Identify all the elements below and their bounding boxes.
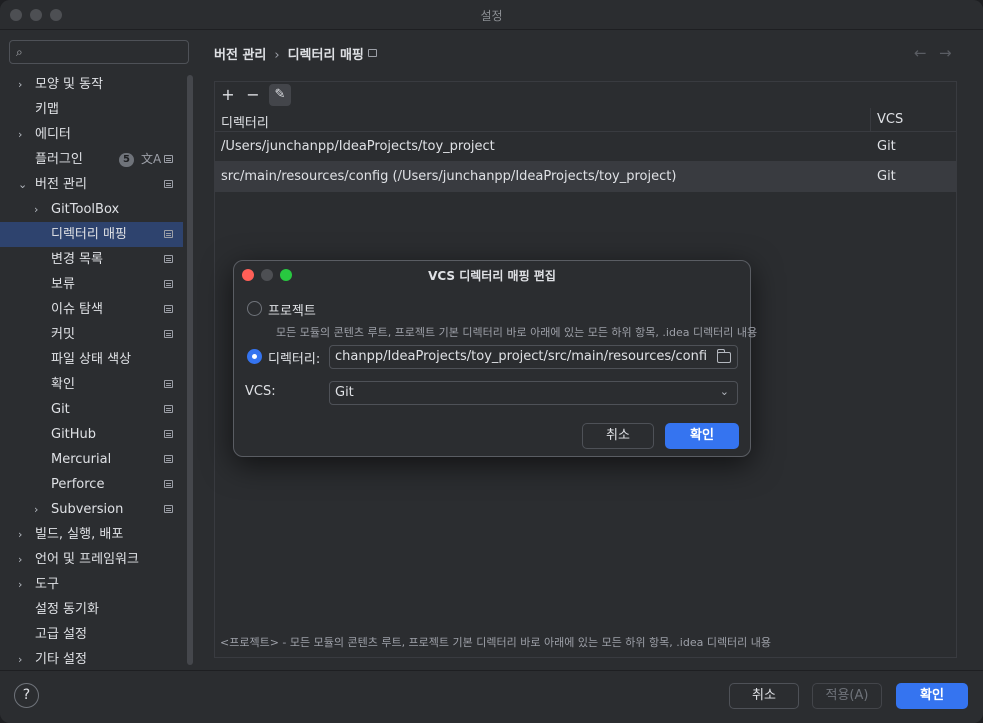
edit-mapping-button[interactable]: ✎ — [269, 84, 291, 106]
sidebar-item-confirmation[interactable]: 확인 — [0, 372, 183, 397]
sidebar-item-commit[interactable]: 커밋 — [0, 322, 183, 347]
sidebar-item-tools[interactable]: › 도구 — [0, 572, 183, 597]
sidebar-item-perforce[interactable]: Perforce — [0, 472, 183, 497]
project-settings-icon — [164, 155, 173, 163]
project-definition-note: <프로젝트> - 모든 모듈의 콘텐츠 루트, 프로젝트 기본 디렉터리 바로 … — [220, 636, 772, 649]
sidebar-item-git[interactable]: Git — [0, 397, 183, 422]
project-settings-icon — [164, 505, 173, 513]
chevron-right-icon: › — [34, 503, 39, 516]
sidebar-item-mercurial[interactable]: Mercurial — [0, 447, 183, 472]
dialog-button-bar: ? 취소 적용(A) 확인 — [0, 670, 983, 723]
row-vcs: Git — [877, 139, 896, 154]
sidebar-item-settings-sync[interactable]: 설정 동기화 — [0, 597, 183, 622]
mappings-toolbar: + − ✎ — [215, 82, 956, 108]
folder-icon[interactable] — [717, 349, 731, 363]
vcs-label: VCS: — [245, 384, 276, 399]
project-settings-icon — [164, 455, 173, 463]
project-settings-icon — [164, 430, 173, 438]
breadcrumb-current: 디렉터리 매핑 — [287, 48, 364, 63]
table-row[interactable]: src/main/resources/config (/Users/juncha… — [215, 162, 956, 192]
breadcrumb-separator: › — [274, 48, 280, 63]
settings-window: 설정 ⌕ › 모양 및 동작 키맵 › 에디터 플러그인 5 文A ⌄ 버전 관… — [0, 0, 983, 723]
sidebar-scrollbar[interactable] — [187, 75, 193, 665]
ok-button[interactable]: 확인 — [896, 683, 968, 709]
chevron-right-icon: › — [18, 128, 23, 141]
column-header-directory[interactable]: 디렉터리 — [221, 112, 269, 131]
directory-path-value: chanpp/IdeaProjects/toy_project/src/main… — [335, 349, 707, 364]
row-vcs: Git — [877, 169, 896, 184]
sidebar-item-file-status-colors[interactable]: 파일 상태 색상 — [0, 347, 183, 372]
sidebar-item-directory-mappings[interactable]: 디렉터리 매핑 — [0, 222, 183, 247]
search-icon: ⌕ — [16, 45, 23, 59]
help-button[interactable]: ? — [14, 683, 39, 708]
chevron-right-icon: › — [18, 578, 23, 591]
sidebar-item-issue-navigation[interactable]: 이슈 탐색 — [0, 297, 183, 322]
directory-radio[interactable] — [247, 349, 262, 364]
sidebar-item-appearance[interactable]: › 모양 및 동작 — [0, 72, 183, 97]
sidebar-item-languages-frameworks[interactable]: › 언어 및 프레임워크 — [0, 547, 183, 572]
chevron-down-icon: ⌄ — [18, 178, 28, 191]
column-divider[interactable] — [870, 108, 871, 132]
dialog-cancel-button[interactable]: 취소 — [582, 423, 654, 449]
project-radio-label[interactable]: 프로젝트 — [268, 300, 316, 319]
sidebar-item-version-control[interactable]: ⌄ 버전 관리 — [0, 172, 183, 197]
dialog-title: VCS 디렉터리 매핑 편집 — [428, 269, 556, 283]
project-settings-icon — [164, 280, 173, 288]
project-settings-icon — [164, 230, 173, 238]
row-directory: src/main/resources/config (/Users/juncha… — [221, 169, 677, 184]
project-option-description: 모든 모듈의 콘텐츠 루트, 프로젝트 기본 디렉터리 바로 아래에 있는 모든… — [276, 326, 758, 339]
window-title: 설정 — [480, 9, 503, 23]
back-arrow-icon[interactable]: ← — [914, 44, 927, 62]
sidebar-item-other-settings[interactable]: › 기타 설정 — [0, 647, 183, 672]
remove-mapping-button[interactable]: − — [242, 84, 264, 106]
project-radio[interactable] — [247, 301, 262, 316]
chevron-right-icon: › — [18, 553, 23, 566]
chevron-right-icon: › — [18, 653, 23, 666]
sidebar-item-editor[interactable]: › 에디터 — [0, 122, 183, 147]
column-header-vcs[interactable]: VCS — [877, 112, 903, 127]
apply-button[interactable]: 적용(A) — [812, 683, 882, 709]
project-settings-icon — [164, 405, 173, 413]
vcs-dropdown-value: Git — [335, 385, 354, 400]
directory-radio-label[interactable]: 디렉터리: — [268, 348, 320, 367]
sidebar-item-gittoolbox[interactable]: › GitToolBox — [0, 197, 183, 222]
search-input[interactable] — [36, 43, 184, 61]
project-settings-icon — [164, 255, 173, 263]
sidebar-item-advanced-settings[interactable]: 고급 설정 — [0, 622, 183, 647]
table-row[interactable]: /Users/junchanpp/IdeaProjects/toy_projec… — [215, 132, 956, 162]
forward-arrow-icon[interactable]: → — [939, 44, 952, 62]
add-mapping-button[interactable]: + — [217, 84, 239, 106]
chevron-down-icon: ⌄ — [719, 385, 729, 398]
project-settings-icon — [164, 380, 173, 388]
project-settings-icon — [164, 330, 173, 338]
chevron-right-icon: › — [18, 78, 23, 91]
cancel-button[interactable]: 취소 — [729, 683, 799, 709]
chevron-right-icon: › — [34, 203, 39, 216]
edit-vcs-mapping-dialog: VCS 디렉터리 매핑 편집 프로젝트 모든 모듈의 콘텐츠 루트, 프로젝트 … — [233, 260, 757, 457]
title-bar: 설정 — [0, 0, 983, 30]
breadcrumb: 버전 관리 › 디렉터리 매핑 — [214, 44, 364, 63]
settings-sidebar: ⌕ › 모양 및 동작 키맵 › 에디터 플러그인 5 文A ⌄ 버전 관리 ›… — [0, 30, 200, 670]
project-settings-icon — [368, 49, 377, 57]
sidebar-item-build-execution-deployment[interactable]: › 빌드, 실행, 배포 — [0, 522, 183, 547]
search-box[interactable]: ⌕ — [9, 40, 189, 64]
project-settings-icon — [164, 480, 173, 488]
sidebar-item-shelf[interactable]: 보류 — [0, 272, 183, 297]
row-directory: /Users/junchanpp/IdeaProjects/toy_projec… — [221, 139, 495, 154]
chevron-right-icon: › — [18, 528, 23, 541]
dialog-ok-button[interactable]: 확인 — [665, 423, 739, 449]
sidebar-item-keymap[interactable]: 키맵 — [0, 97, 183, 122]
sidebar-item-changelists[interactable]: 변경 목록 — [0, 247, 183, 272]
translate-icon: 文A — [141, 152, 162, 166]
sidebar-item-plugins[interactable]: 플러그인 5 文A — [0, 147, 183, 172]
vcs-dropdown[interactable]: Git ⌄ — [329, 381, 738, 405]
project-settings-icon — [164, 180, 173, 188]
breadcrumb-parent[interactable]: 버전 관리 — [214, 48, 266, 63]
table-header: 디렉터리 VCS — [215, 108, 956, 132]
directory-path-field[interactable]: chanpp/IdeaProjects/toy_project/src/main… — [329, 345, 738, 369]
plugin-update-badge: 5 — [119, 153, 134, 167]
sidebar-item-subversion[interactable]: › Subversion — [0, 497, 183, 522]
sidebar-item-github[interactable]: GitHub — [0, 422, 183, 447]
project-settings-icon — [164, 305, 173, 313]
